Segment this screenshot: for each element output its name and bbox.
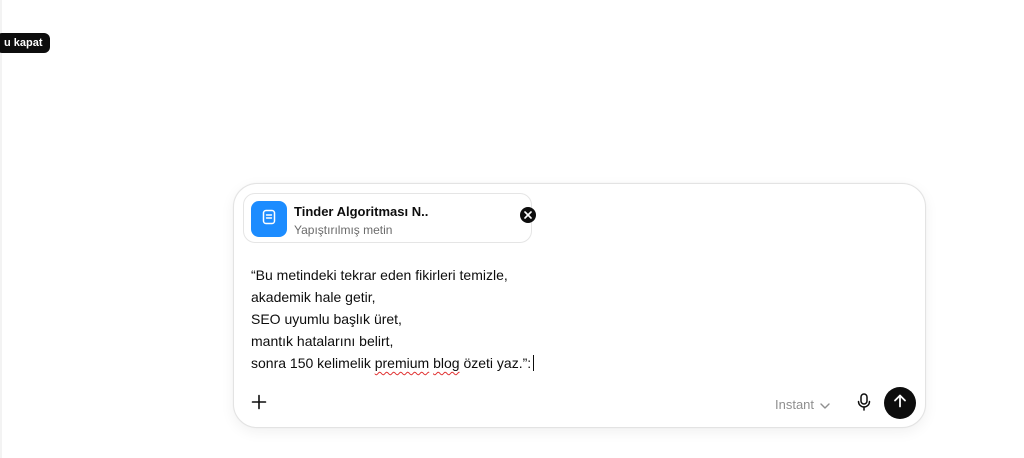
- add-attachment-button[interactable]: [247, 392, 271, 416]
- prompt-line: akademik hale getir,: [251, 289, 376, 305]
- prompt-text: sonra 150 kelimelik: [251, 355, 375, 371]
- document-icon: [262, 209, 276, 230]
- prompt-line-last: sonra 150 kelimelik premium blog özeti y…: [251, 352, 535, 374]
- remove-attachment-button[interactable]: [520, 207, 536, 223]
- arrow-up-icon: [893, 394, 907, 413]
- prompt-line: SEO uyumlu başlık üret,: [251, 311, 402, 327]
- microphone-icon: [857, 392, 871, 416]
- prompt-text: özeti yaz.”:: [459, 355, 532, 371]
- misspelled-word: premium: [374, 355, 430, 371]
- attachment-title: Tinder Algoritması N..: [294, 204, 429, 219]
- prompt-line: mantık hatalarını belirt,: [251, 333, 394, 349]
- model-label: Instant: [775, 396, 815, 412]
- chat-composer[interactable]: Tinder Algoritması N.. Yapıştırılmış met…: [233, 183, 926, 428]
- attachment-subtitle: Yapıştırılmış metin: [294, 223, 393, 237]
- sidebar-close-tooltip: u kapat: [0, 33, 50, 53]
- sidebar-edge: [0, 0, 2, 458]
- prompt-line: “Bu metindeki tekrar eden fikirleri temi…: [251, 267, 508, 283]
- plus-icon: [251, 394, 267, 415]
- text-caret: [533, 355, 535, 371]
- close-icon: [524, 206, 532, 224]
- model-selector[interactable]: Instant: [775, 394, 830, 414]
- file-tile: [251, 201, 287, 237]
- misspelled-word: blog: [433, 355, 460, 371]
- prompt-textarea[interactable]: “Bu metindeki tekrar eden fikirleri temi…: [251, 264, 535, 374]
- tooltip-text: u kapat: [4, 37, 43, 49]
- dictate-button[interactable]: [852, 392, 876, 416]
- send-button[interactable]: [884, 387, 916, 419]
- chevron-down-icon: [820, 397, 830, 412]
- pasted-text-attachment[interactable]: Tinder Algoritması N.. Yapıştırılmış met…: [243, 193, 536, 243]
